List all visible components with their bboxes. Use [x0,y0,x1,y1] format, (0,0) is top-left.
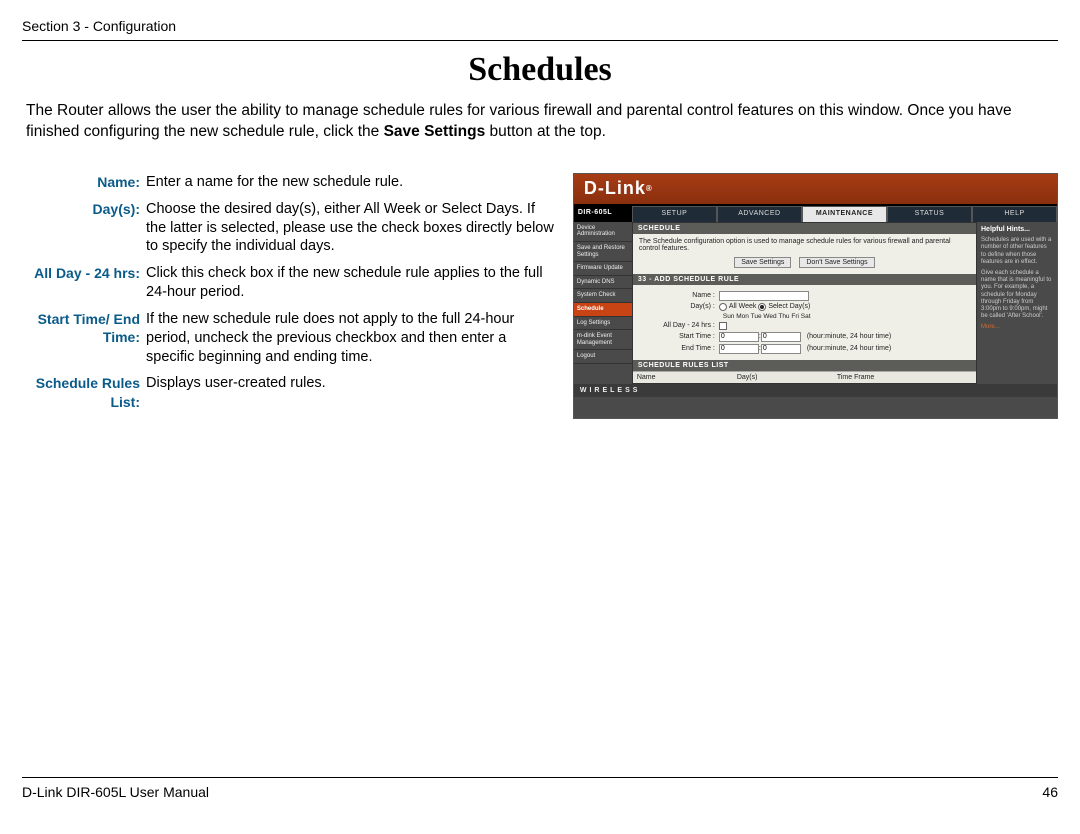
day-wed: Wed [763,313,776,320]
router-footer: WIRELESS [574,384,1057,397]
save-settings-button[interactable]: Save Settings [734,257,791,268]
start-min-input[interactable] [761,332,801,342]
def-row: All Day - 24 hrs: Click this check box i… [22,264,555,302]
days-checkboxes: Sun Mon Tue Wed Thu Fri Sat [723,313,970,320]
start-hint: (hour:minute, 24 hour time) [807,333,891,340]
add-schedule-header: 33 - ADD SCHEDULE RULE [633,274,976,285]
day-thu: Thu [778,313,789,320]
hints-more-link[interactable]: More... [981,324,1053,331]
dont-save-settings-button[interactable]: Don't Save Settings [799,257,874,268]
def-desc-name: Enter a name for the new schedule rule. [146,173,555,192]
intro-end: button at the top. [485,123,606,140]
sidebar-syscheck[interactable]: System Check [574,289,632,303]
col-timeframe: Time Frame [837,374,874,381]
def-label-days: Day(s): [22,200,146,257]
router-sidebar: Device Administration Save and Restore S… [574,222,632,384]
sidebar-firmware[interactable]: Firmware Update [574,262,632,276]
schedule-desc: The Schedule configuration option is use… [639,238,970,252]
page-footer: D-Link DIR-605L User Manual 46 [22,777,1058,800]
schedule-desc-box: The Schedule configuration option is use… [633,234,976,274]
tab-setup[interactable]: SETUP [632,206,717,222]
day-mon: Mon [736,313,749,320]
sidebar-log[interactable]: Log Settings [574,317,632,331]
def-label-starttime: Start Time/ End Time: [22,310,146,367]
page-title: Schedules [22,51,1058,89]
def-label-allday: All Day - 24 hrs: [22,264,146,302]
add-schedule-form: Name : Day(s) : All Week Select Day(s) S… [633,285,976,360]
name-label: Name : [639,292,719,299]
all-week-text: All Week [729,303,757,310]
def-desc-allday: Click this check box if the new schedule… [146,264,555,302]
tab-help[interactable]: HELP [972,206,1057,222]
def-desc-days: Choose the desired day(s), either All We… [146,200,555,257]
day-sun: Sun [723,313,735,320]
end-hint: (hour:minute, 24 hour time) [807,345,891,352]
def-label-ruleslist: Schedule Rules List: [22,374,146,410]
col-name: Name [637,374,737,381]
intro-bold: Save Settings [384,123,486,140]
day-tue: Tue [751,313,762,320]
def-desc-ruleslist: Displays user-created rules. [146,374,555,410]
start-hour-input[interactable] [719,332,759,342]
def-row: Start Time/ End Time: If the new schedul… [22,310,555,367]
day-sat: Sat [801,313,811,320]
registered-icon: ® [646,184,653,193]
end-time-label: End Time : [639,345,719,352]
start-time-label: Start Time : [639,333,719,340]
tab-advanced[interactable]: ADVANCED [717,206,802,222]
router-logo-bar: D-Link® [574,174,1057,206]
sidebar-save-restore[interactable]: Save and Restore Settings [574,242,632,262]
end-min-input[interactable] [761,344,801,354]
model-label: DIR-605L [574,206,632,222]
hints-p2: Give each schedule a name that is meanin… [981,270,1053,320]
tab-status[interactable]: STATUS [887,206,972,222]
col-days: Day(s) [737,374,837,381]
schedule-header: SCHEDULE [633,223,976,234]
def-row: Schedule Rules List: Displays user-creat… [22,374,555,410]
helpful-hints: Helpful Hints... Schedules are used with… [977,222,1057,384]
rules-list-header: SCHEDULE RULES LIST [633,360,976,371]
sidebar-event[interactable]: m-dink Event Management [574,330,632,350]
router-screenshot: D-Link® DIR-605L SETUP ADVANCED MAINTENA… [573,173,1058,419]
end-hour-input[interactable] [719,344,759,354]
definitions-list: Name: Enter a name for the new schedule … [22,173,555,419]
hints-p1: Schedules are used with a number of othe… [981,237,1053,266]
day-fri: Fri [791,313,799,320]
select-days-text: Select Day(s) [768,303,810,310]
allday-checkbox[interactable] [719,322,727,330]
def-desc-starttime: If the new schedule rule does not apply … [146,310,555,367]
rules-list-columns: Name Day(s) Time Frame [633,371,976,383]
sidebar-ddns[interactable]: Dynamic DNS [574,276,632,290]
footer-right: 46 [1042,784,1058,800]
hints-title: Helpful Hints... [981,226,1053,234]
allday-label: All Day - 24 hrs : [639,322,719,329]
def-row: Day(s): Choose the desired day(s), eithe… [22,200,555,257]
router-tabs: DIR-605L SETUP ADVANCED MAINTENANCE STAT… [574,206,1057,222]
select-days-radio[interactable] [758,303,766,311]
all-week-radio[interactable] [719,303,727,311]
def-label-name: Name: [22,173,146,192]
footer-left: D-Link DIR-605L User Manual [22,784,209,800]
section-header: Section 3 - Configuration [22,18,1058,41]
days-label: Day(s) : [639,303,719,310]
name-input[interactable] [719,291,809,301]
sidebar-logout[interactable]: Logout [574,350,632,364]
intro-paragraph: The Router allows the user the ability t… [26,101,1054,143]
sidebar-schedule[interactable]: Schedule [574,303,632,317]
sidebar-device-admin[interactable]: Device Administration [574,222,632,242]
tab-maintenance[interactable]: MAINTENANCE [802,206,887,222]
dlink-logo: D-Link [584,178,646,199]
def-row: Name: Enter a name for the new schedule … [22,173,555,192]
